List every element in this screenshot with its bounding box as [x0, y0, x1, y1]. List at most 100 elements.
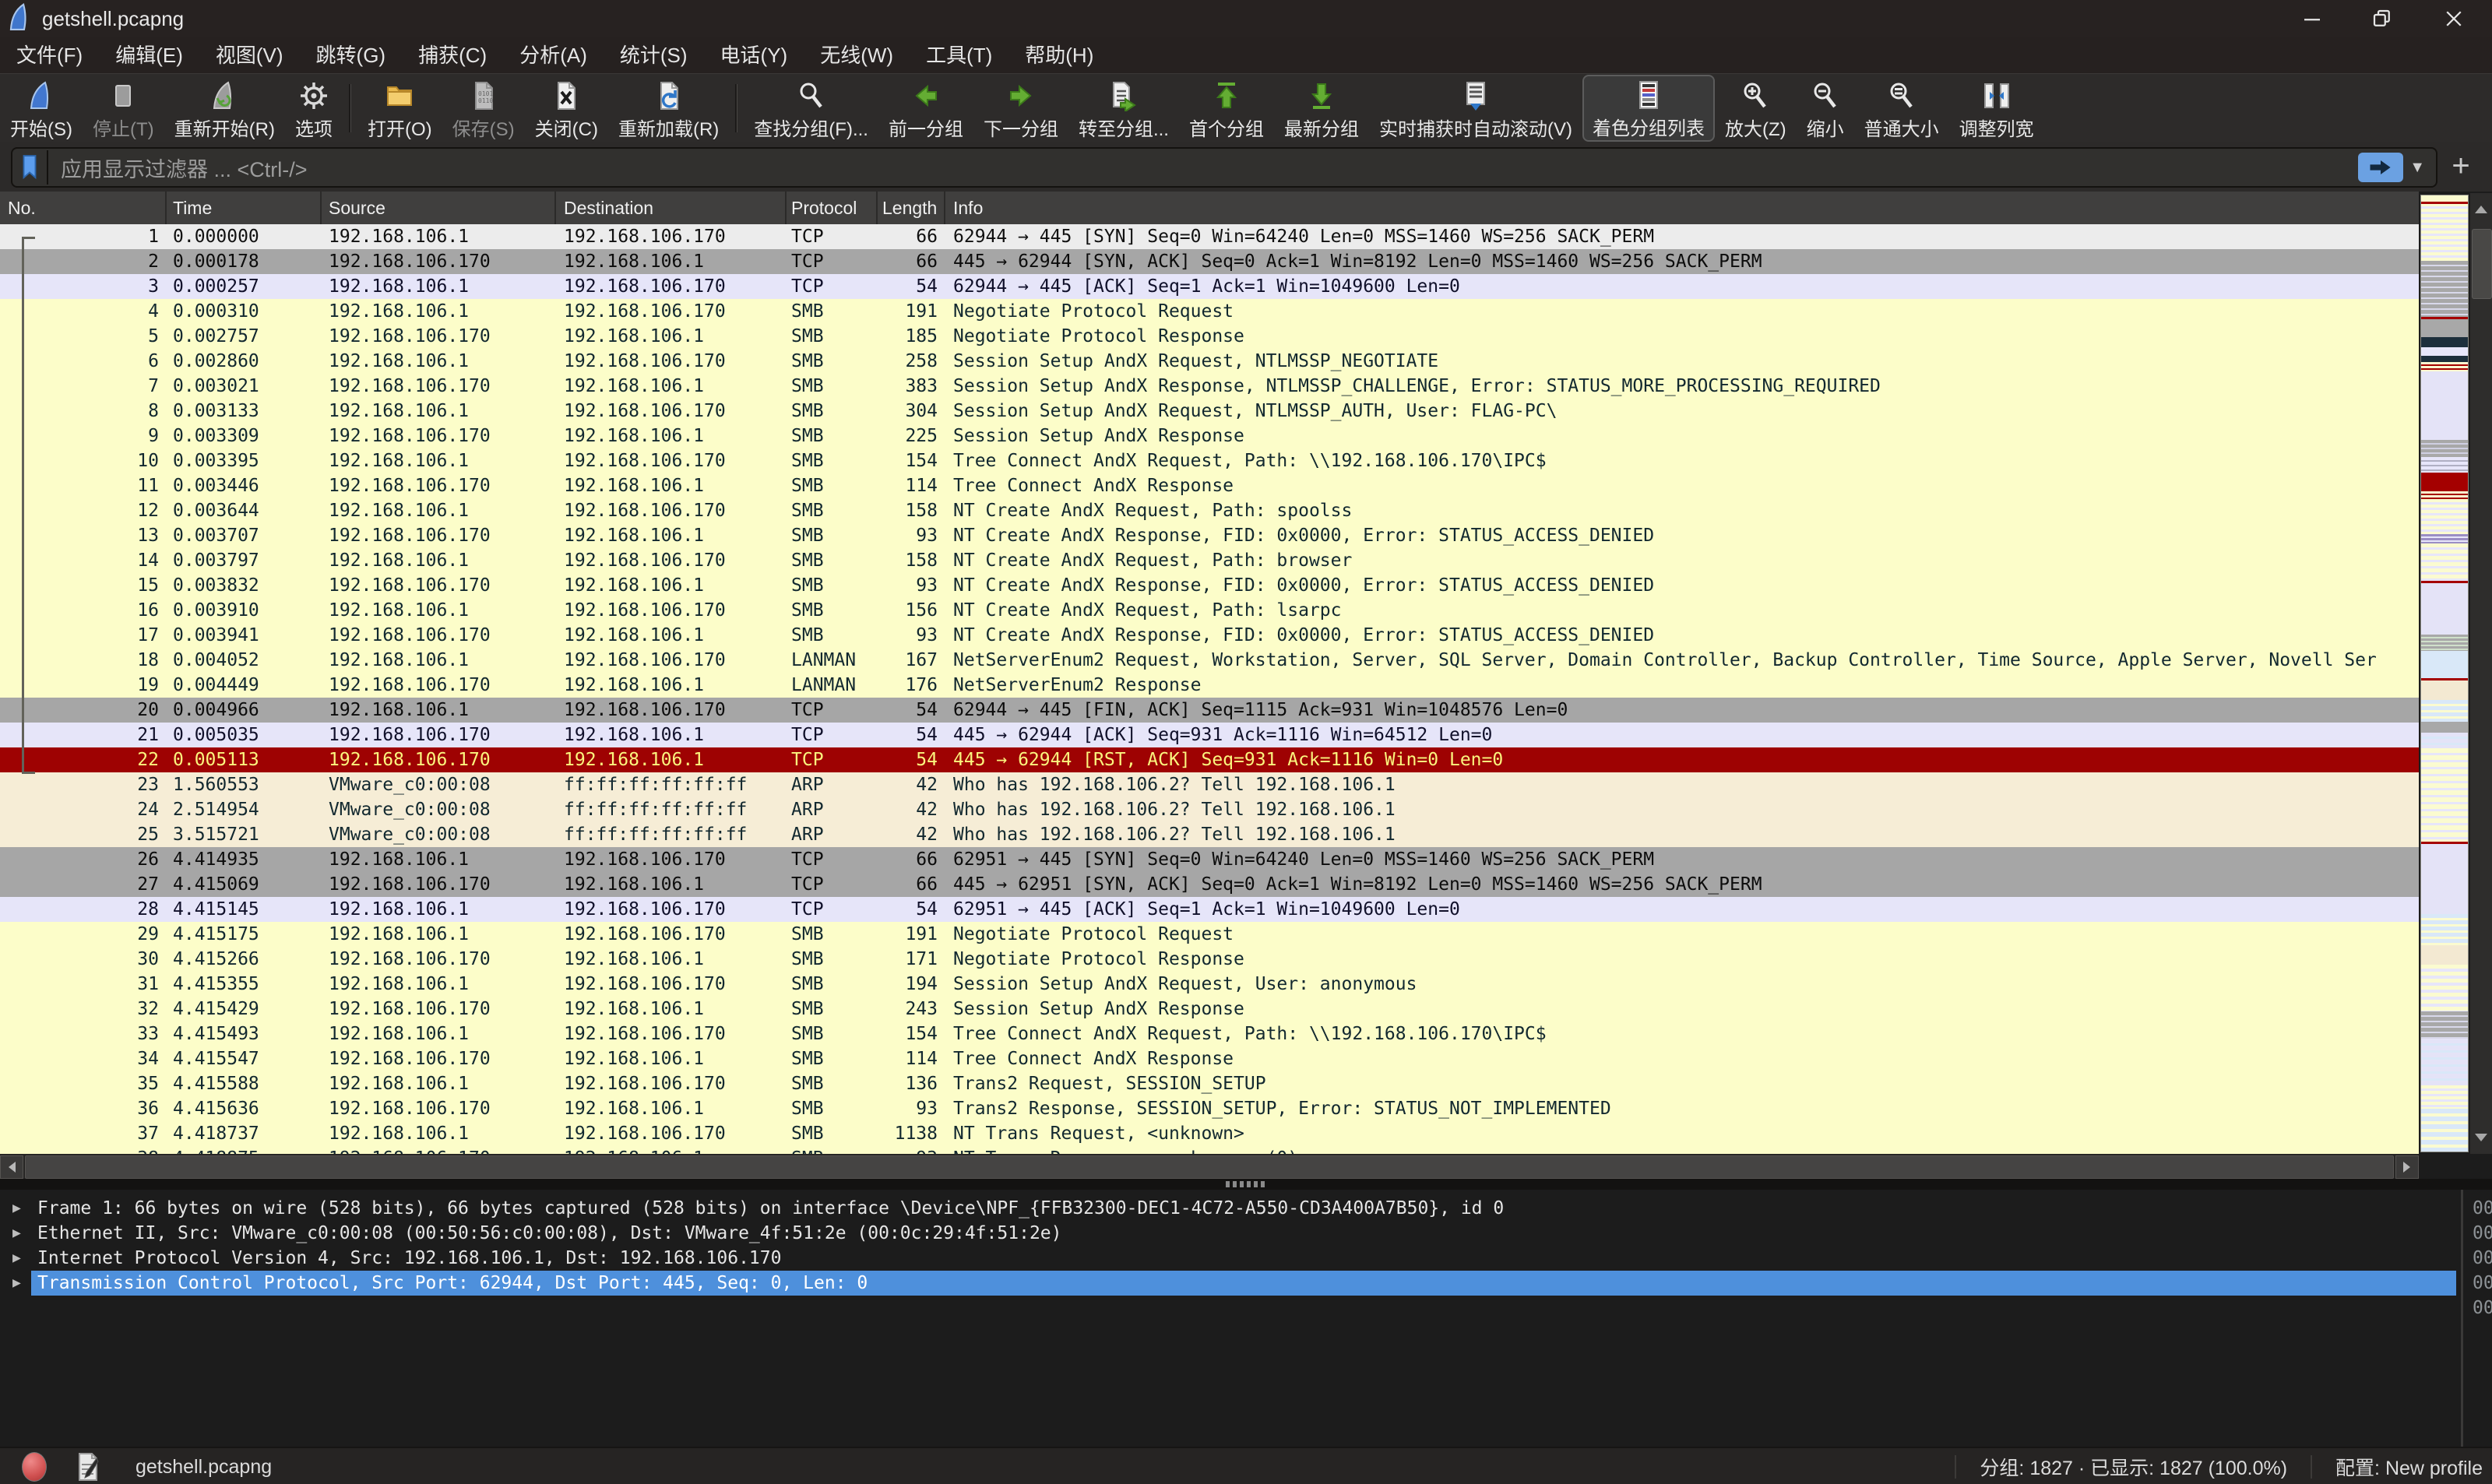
vertical-scrollbar[interactable]: [2470, 193, 2492, 1154]
toolbar-button-colorize[interactable]: 着色分组列表: [1582, 75, 1715, 142]
expander-icon[interactable]: ▶: [12, 1271, 21, 1296]
scroll-down-button[interactable]: [2470, 1121, 2492, 1154]
packet-row-15[interactable]: 150.003832192.168.106.170192.168.106.1SM…: [0, 573, 2419, 598]
toolbar-button-next[interactable]: 下一分组: [973, 76, 1068, 141]
apply-filter-button[interactable]: [2358, 153, 2403, 182]
packet-row-29[interactable]: 294.415175192.168.106.1192.168.106.170SM…: [0, 922, 2419, 947]
packet-row-12[interactable]: 120.003644192.168.106.1192.168.106.170SM…: [0, 498, 2419, 523]
packet-bytes-pane[interactable]: 0000000000: [2461, 1190, 2492, 1447]
packet-row-27[interactable]: 274.415069192.168.106.170192.168.106.1TC…: [0, 872, 2419, 897]
toolbar-button-find[interactable]: 查找分组(F)...: [744, 76, 878, 141]
toolbar-button-zoomnormal[interactable]: 普通大小: [1854, 76, 1949, 141]
toolbar-button-restart[interactable]: 重新开始(R): [164, 76, 285, 141]
packet-row-37[interactable]: 374.418737192.168.106.1192.168.106.170SM…: [0, 1121, 2419, 1146]
toolbar-button-first[interactable]: 首个分组: [1179, 76, 1274, 141]
menu-item-10[interactable]: 帮助(H): [1008, 37, 1110, 73]
packet-row-13[interactable]: 130.003707192.168.106.170192.168.106.1SM…: [0, 523, 2419, 548]
toolbar-button-resizecols[interactable]: 调整列宽: [1949, 76, 2044, 141]
detail-row-2[interactable]: ▶Internet Protocol Version 4, Src: 192.1…: [0, 1246, 2459, 1271]
packet-row-35[interactable]: 354.415588192.168.106.1192.168.106.170SM…: [0, 1071, 2419, 1096]
packet-row-32[interactable]: 324.415429192.168.106.170192.168.106.1SM…: [0, 997, 2419, 1022]
packet-row-18[interactable]: 180.004052192.168.106.1192.168.106.170LA…: [0, 648, 2419, 673]
packet-minimap[interactable]: [2420, 195, 2469, 1152]
vertical-scroll-thumb[interactable]: [2472, 229, 2492, 299]
packet-row-25[interactable]: 253.515721VMware_c0:00:08ff:ff:ff:ff:ff:…: [0, 822, 2419, 847]
toolbar-button-prev[interactable]: 前一分组: [878, 76, 973, 141]
packet-row-31[interactable]: 314.415355192.168.106.1192.168.106.170SM…: [0, 972, 2419, 997]
detail-row-1[interactable]: ▶Ethernet II, Src: VMware_c0:00:08 (00:5…: [0, 1221, 2459, 1246]
menu-item-5[interactable]: 分析(A): [503, 37, 604, 73]
packet-row-22[interactable]: 220.005113192.168.106.170192.168.106.1TC…: [0, 747, 2419, 772]
expander-icon[interactable]: ▶: [12, 1196, 21, 1221]
toolbar-button-goto[interactable]: 转至分组...: [1068, 76, 1179, 141]
detail-row-3[interactable]: ▶Transmission Control Protocol, Src Port…: [0, 1271, 2459, 1296]
packet-row-24[interactable]: 242.514954VMware_c0:00:08ff:ff:ff:ff:ff:…: [0, 797, 2419, 822]
menu-item-3[interactable]: 跳转(G): [300, 37, 403, 73]
column-header-protocol[interactable]: Protocol: [787, 192, 878, 224]
restore-button[interactable]: [2346, 0, 2419, 37]
expander-icon[interactable]: ▶: [12, 1246, 21, 1271]
packet-row-6[interactable]: 60.002860192.168.106.1192.168.106.170SMB…: [0, 349, 2419, 374]
filter-bookmark-button[interactable]: [12, 150, 48, 185]
packet-row-9[interactable]: 90.003309192.168.106.170192.168.106.1SMB…: [0, 424, 2419, 448]
packet-row-11[interactable]: 110.003446192.168.106.170192.168.106.1SM…: [0, 473, 2419, 498]
column-header-source[interactable]: Source: [322, 192, 556, 224]
packet-row-33[interactable]: 334.415493192.168.106.1192.168.106.170SM…: [0, 1022, 2419, 1046]
menu-item-2[interactable]: 视图(V): [199, 37, 300, 73]
scroll-right-button[interactable]: [2395, 1155, 2419, 1179]
packet-row-4[interactable]: 40.000310192.168.106.1192.168.106.170SMB…: [0, 299, 2419, 324]
minimize-button[interactable]: [2276, 0, 2349, 37]
scroll-up-button[interactable]: [2470, 193, 2492, 226]
column-header-destination[interactable]: Destination: [556, 192, 787, 224]
add-filter-button[interactable]: +: [2444, 149, 2478, 183]
toolbar-button-closefile[interactable]: 关闭(C): [525, 76, 608, 141]
expert-info-icon[interactable]: [22, 1452, 47, 1482]
toolbar-button-zoomout[interactable]: 缩小: [1797, 76, 1854, 141]
packet-row-21[interactable]: 210.005035192.168.106.170192.168.106.1TC…: [0, 723, 2419, 747]
packet-row-16[interactable]: 160.003910192.168.106.1192.168.106.170SM…: [0, 598, 2419, 623]
menu-item-7[interactable]: 电话(Y): [704, 37, 804, 73]
toolbar-button-last[interactable]: 最新分组: [1274, 76, 1369, 141]
column-header-info[interactable]: Info: [945, 192, 2419, 224]
horizontal-scrollbar[interactable]: [0, 1154, 2419, 1179]
packet-row-20[interactable]: 200.004966192.168.106.1192.168.106.170TC…: [0, 698, 2419, 723]
packet-row-7[interactable]: 70.003021192.168.106.170192.168.106.1SMB…: [0, 374, 2419, 399]
packet-row-19[interactable]: 190.004449192.168.106.170192.168.106.1LA…: [0, 673, 2419, 698]
menu-item-0[interactable]: 文件(F): [0, 37, 99, 73]
packet-row-14[interactable]: 140.003797192.168.106.1192.168.106.170SM…: [0, 548, 2419, 573]
menu-item-6[interactable]: 统计(S): [604, 37, 704, 73]
toolbar-button-open[interactable]: 打开(O): [357, 76, 442, 141]
packet-row-8[interactable]: 80.003133192.168.106.1192.168.106.170SMB…: [0, 399, 2419, 424]
horizontal-scroll-thumb[interactable]: [25, 1155, 2394, 1179]
status-profile[interactable]: 配置: New profile: [2335, 1453, 2483, 1481]
expander-icon[interactable]: ▶: [12, 1221, 21, 1246]
packet-row-36[interactable]: 364.415636192.168.106.170192.168.106.1SM…: [0, 1096, 2419, 1121]
packet-row-23[interactable]: 231.560553VMware_c0:00:08ff:ff:ff:ff:ff:…: [0, 772, 2419, 797]
close-button[interactable]: [2417, 0, 2490, 37]
packet-row-3[interactable]: 30.000257192.168.106.1192.168.106.170TCP…: [0, 274, 2419, 299]
menu-item-1[interactable]: 编辑(E): [99, 37, 199, 73]
packet-row-5[interactable]: 50.002757192.168.106.170192.168.106.1SMB…: [0, 324, 2419, 349]
scroll-left-button[interactable]: [0, 1155, 23, 1179]
toolbar-button-autoscroll[interactable]: 实时捕获时自动滚动(V): [1369, 76, 1582, 141]
packet-row-34[interactable]: 344.415547192.168.106.170192.168.106.1SM…: [0, 1046, 2419, 1071]
menu-item-4[interactable]: 捕获(C): [402, 37, 503, 73]
packet-row-1[interactable]: 10.000000192.168.106.1192.168.106.170TCP…: [0, 224, 2419, 249]
display-filter-input[interactable]: 应用显示过滤器 ... <Ctrl-/> ▼: [11, 147, 2437, 188]
packet-row-26[interactable]: 264.414935192.168.106.1192.168.106.170TC…: [0, 847, 2419, 872]
column-header-length[interactable]: Length: [878, 192, 945, 224]
capture-comment-icon[interactable]: [76, 1452, 100, 1482]
packet-row-2[interactable]: 20.000178192.168.106.170192.168.106.1TCP…: [0, 249, 2419, 274]
pane-splitter[interactable]: [0, 1179, 2492, 1190]
packet-row-38[interactable]: 384.418875192.168.106.170192.168.106.1SM…: [0, 1146, 2419, 1154]
packet-row-10[interactable]: 100.003395192.168.106.1192.168.106.170SM…: [0, 448, 2419, 473]
toolbar-button-zoomin[interactable]: 放大(Z): [1715, 76, 1797, 141]
menu-item-9[interactable]: 工具(T): [910, 37, 1008, 73]
column-header-time[interactable]: Time: [167, 192, 322, 224]
filter-dropdown-chevron-icon[interactable]: ▼: [2409, 159, 2425, 177]
detail-row-0[interactable]: ▶Frame 1: 66 bytes on wire (528 bits), 6…: [0, 1196, 2459, 1221]
menu-item-8[interactable]: 无线(W): [804, 37, 910, 73]
packet-row-30[interactable]: 304.415266192.168.106.170192.168.106.1SM…: [0, 947, 2419, 972]
packet-row-17[interactable]: 170.003941192.168.106.170192.168.106.1SM…: [0, 623, 2419, 648]
toolbar-button-reload[interactable]: 重新加载(R): [608, 76, 729, 141]
